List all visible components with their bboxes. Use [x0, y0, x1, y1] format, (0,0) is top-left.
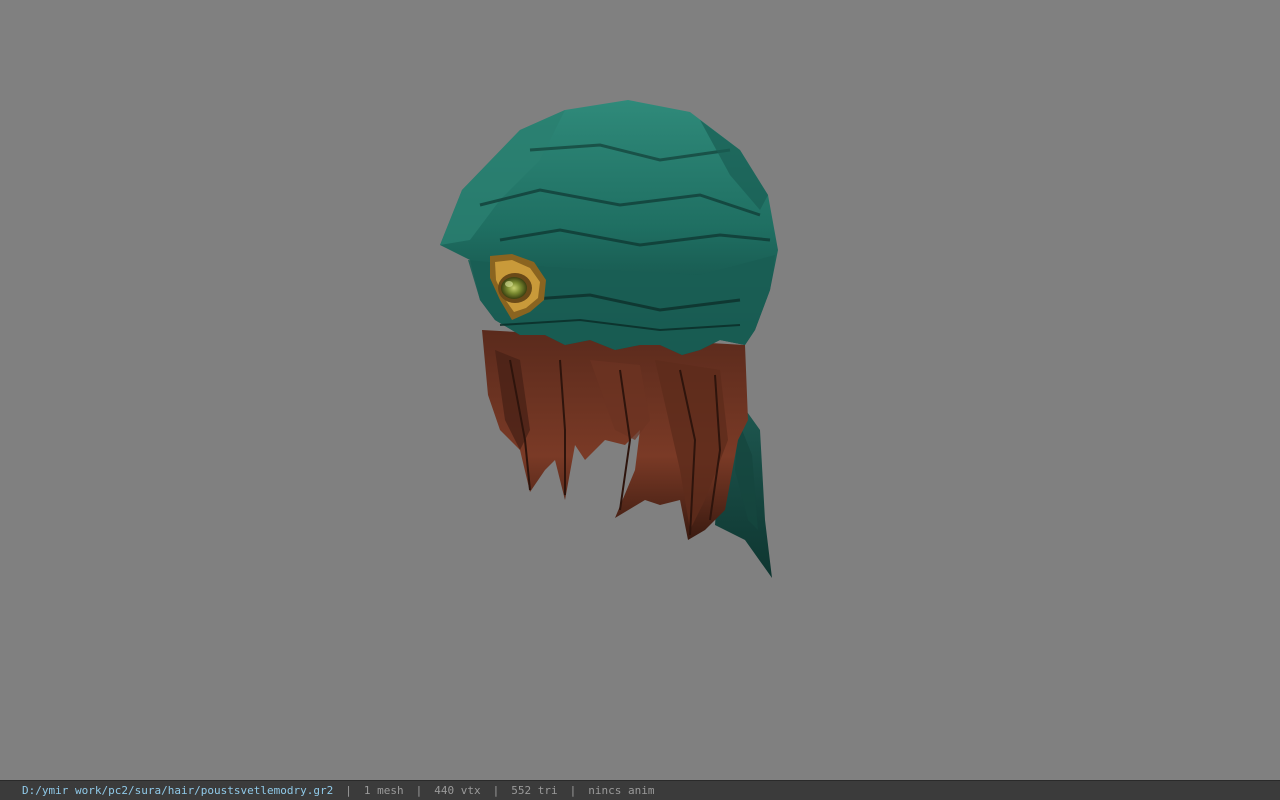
separator: |	[345, 784, 352, 797]
vertex-count-label: 440 vtx	[434, 784, 481, 797]
file-path-label: D:/ymir work/pc2/sura/hair/poustsvetlemo…	[22, 784, 334, 797]
3d-viewport[interactable]	[0, 0, 1280, 780]
bandana-cap	[440, 100, 778, 355]
model-render[interactable]	[0, 0, 1280, 780]
separator: |	[492, 784, 500, 797]
animation-status-label: nincs anim	[588, 784, 655, 797]
mesh-count-label: 1 mesh	[363, 784, 404, 797]
separator: |	[415, 784, 423, 797]
status-bar: D:/ymir work/pc2/sura/hair/poustsvetlemo…	[0, 780, 1280, 800]
hair-mesh	[482, 330, 748, 540]
triangle-count-label: 552 tri	[511, 784, 558, 797]
separator: |	[569, 784, 577, 797]
